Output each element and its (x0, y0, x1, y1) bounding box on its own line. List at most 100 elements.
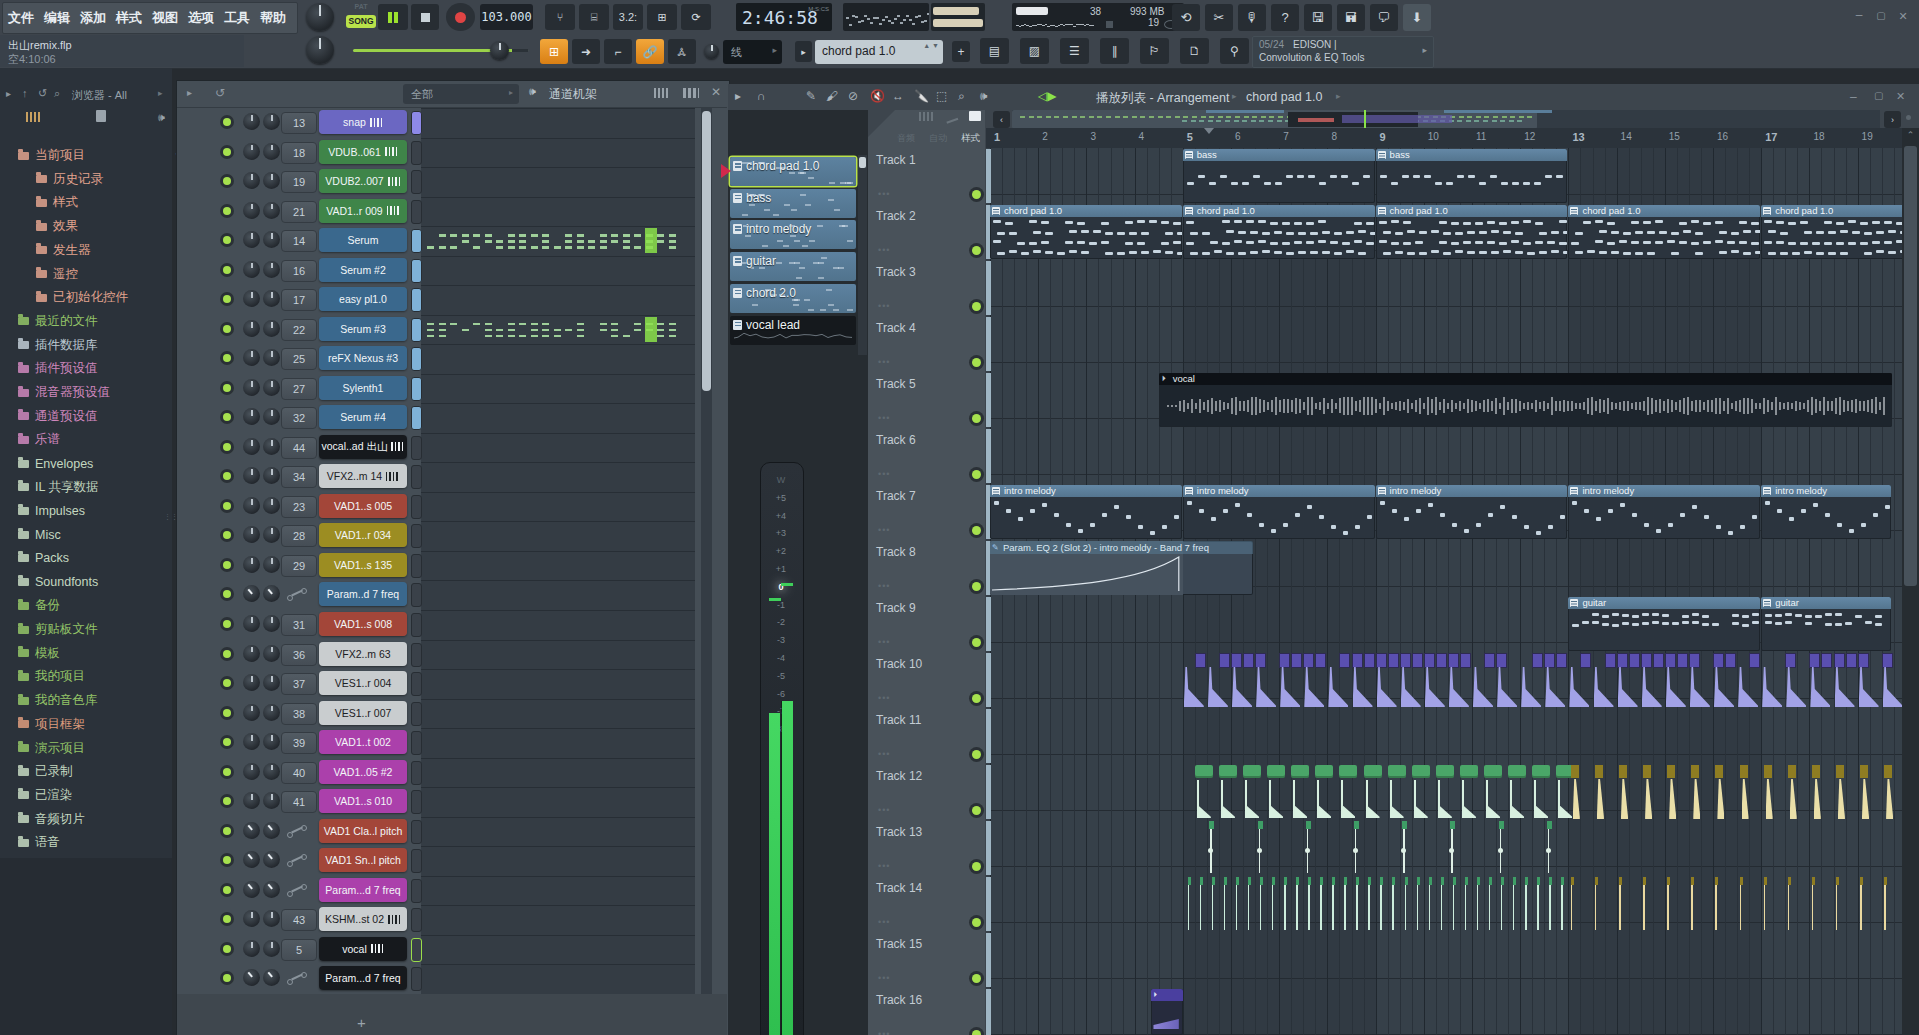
add-channel-button[interactable]: + (357, 1014, 366, 1031)
channel-number-button[interactable]: 13 (281, 112, 317, 134)
channel-target-indicator[interactable] (411, 583, 422, 607)
browser-up-icon[interactable]: ↑ (22, 87, 28, 99)
clip-pattern-10[interactable]: intro melody (1376, 485, 1568, 539)
track-led[interactable] (972, 750, 981, 759)
edison-panel[interactable]: 05/24EDISON |Convolution & EQ Tools▸ (1252, 36, 1434, 68)
channel-vol-knob[interactable] (263, 438, 280, 455)
clip-pattern-15[interactable]: guitar (1761, 597, 1891, 651)
browser-undo-icon[interactable]: ↺ (38, 87, 47, 100)
channel-number-button[interactable]: 19 (281, 171, 317, 193)
delete-tool-icon[interactable]: ⊘ (848, 89, 858, 103)
channel-pan-knob[interactable] (243, 674, 260, 691)
rack-undo-icon[interactable]: ↺ (215, 86, 225, 100)
track-header-1[interactable]: Track 1••• (867, 148, 985, 205)
browser-item-24[interactable]: 项目框架 (0, 713, 190, 736)
playlist-minimap[interactable] (1012, 110, 1880, 129)
channel-target-indicator[interactable] (411, 347, 422, 371)
channel-led[interactable] (223, 856, 231, 864)
playlist-close-button[interactable]: ✕ (1896, 90, 1905, 103)
browser-item-21[interactable]: 模板 (0, 642, 190, 665)
track-header-14[interactable]: Track 14••• (867, 876, 985, 933)
channel-led[interactable] (223, 177, 231, 185)
channel-name-button[interactable]: vocal (319, 937, 407, 961)
channel-number-button[interactable]: 22 (281, 319, 317, 341)
channel-number-button[interactable]: 31 (281, 614, 317, 636)
channel-led[interactable] (223, 207, 231, 215)
browser-item-20[interactable]: 剪贴板文件 (0, 618, 190, 641)
channel-target-indicator[interactable] (411, 967, 422, 991)
channel-number-button[interactable]: 28 (281, 525, 317, 547)
browser-toggle-button[interactable]: 🏳 (1140, 38, 1169, 64)
track-led[interactable] (972, 862, 981, 871)
channel-pan-knob[interactable] (243, 969, 260, 986)
channel-number-button[interactable]: 25 (281, 348, 317, 370)
select-tool-icon[interactable]: ⬚ (936, 89, 947, 103)
browser-item-17[interactable]: Packs (0, 547, 190, 570)
stop-button[interactable] (411, 4, 439, 30)
channel-number-button[interactable]: 36 (281, 644, 317, 666)
channel-led[interactable] (223, 443, 231, 451)
step-jump-button[interactable]: ➜ (572, 39, 600, 64)
channel-led[interactable] (223, 531, 231, 539)
channel-number-button[interactable]: 32 (281, 407, 317, 429)
channel-vol-knob[interactable] (263, 261, 280, 278)
channel-led[interactable] (223, 915, 231, 923)
browser-item-8[interactable]: 插件数据库 (0, 334, 190, 357)
pattern-prev-button[interactable]: ▸ (795, 41, 812, 62)
mixer-button[interactable]: ∥ (1100, 38, 1129, 64)
channel-name-button[interactable]: VAD1 Sn..l pitch (319, 848, 407, 872)
browser-item-10[interactable]: 混音器预设值 (0, 381, 190, 404)
channel-vol-knob[interactable] (263, 645, 280, 662)
channel-target-indicator[interactable] (411, 170, 422, 194)
channel-name-button[interactable]: easy pl1.0 (319, 287, 407, 311)
channel-led[interactable] (223, 590, 231, 598)
channel-vol-knob[interactable] (263, 556, 280, 573)
channel-rack-button[interactable]: ☰ (1060, 38, 1089, 64)
channel-name-button[interactable]: VAD1..05 #2 (319, 760, 407, 784)
browser-item-23[interactable]: 我的音色库 (0, 689, 190, 712)
channel-number-button[interactable]: 14 (281, 230, 317, 252)
channel-target-indicator[interactable] (411, 672, 422, 696)
channel-pan-knob[interactable] (243, 143, 260, 160)
channel-vol-knob[interactable] (263, 615, 280, 632)
tempo-display[interactable]: 103.000 (480, 4, 533, 30)
pattern-spinner[interactable]: ▲ ▼ (923, 42, 939, 49)
browser-item-28[interactable]: 音频切片 (0, 808, 190, 831)
channel-vol-knob[interactable] (263, 526, 280, 543)
channel-led[interactable] (223, 974, 231, 982)
menu-item-4[interactable]: 视图 (147, 9, 183, 27)
scroll-up-button[interactable]: ⌃ (1904, 130, 1917, 144)
channel-led[interactable] (223, 797, 231, 805)
playlist-button[interactable]: ▤ (980, 38, 1009, 64)
channel-led[interactable] (223, 472, 231, 480)
add-pattern-button[interactable]: + (952, 41, 970, 62)
channel-number-button[interactable]: 27 (281, 378, 317, 400)
channel-target-indicator[interactable] (411, 111, 422, 135)
track-header-11[interactable]: Track 11••• (867, 708, 985, 765)
channel-name-button[interactable]: KSHM..st 02 (319, 907, 407, 931)
channel-vol-knob[interactable] (263, 290, 280, 307)
tracks-tab-patterns-icon[interactable] (969, 111, 981, 121)
overdub-button[interactable]: ⑂ (545, 4, 575, 30)
clip-pattern-11[interactable]: intro melody (1568, 485, 1760, 539)
channel-name-button[interactable]: VAD1..s 010 (319, 789, 407, 813)
track-led[interactable] (972, 526, 981, 535)
clip-automation[interactable]: Param. EQ 2 (Slot 2) - intro meoldy - Ba… (990, 541, 1253, 595)
channel-pan-knob[interactable] (243, 940, 260, 957)
channel-name-button[interactable]: VAD1 Cla..l pitch (319, 819, 407, 843)
channel-pan-knob[interactable] (243, 792, 260, 809)
channel-name-button[interactable]: snap (319, 110, 407, 134)
loop-record-button[interactable]: ⟳ (681, 4, 711, 30)
channel-vol-knob[interactable] (263, 792, 280, 809)
channel-vol-knob[interactable] (263, 497, 280, 514)
channel-led[interactable] (223, 945, 231, 953)
window-minimize-button[interactable]: – (1852, 10, 1866, 22)
channel-led[interactable] (223, 148, 231, 156)
pattern-song-grid-button[interactable]: ⊞ (540, 39, 568, 64)
track-header-15[interactable]: Track 15••• (867, 932, 985, 989)
clip-pattern-1[interactable]: bass (1376, 149, 1568, 203)
channel-name-button[interactable]: Serum #2 (319, 258, 407, 282)
channel-number-button[interactable]: 29 (281, 555, 317, 577)
channel-name-button[interactable]: VAD1..t 002 (319, 730, 407, 754)
track-header-4[interactable]: Track 4••• (867, 316, 985, 373)
